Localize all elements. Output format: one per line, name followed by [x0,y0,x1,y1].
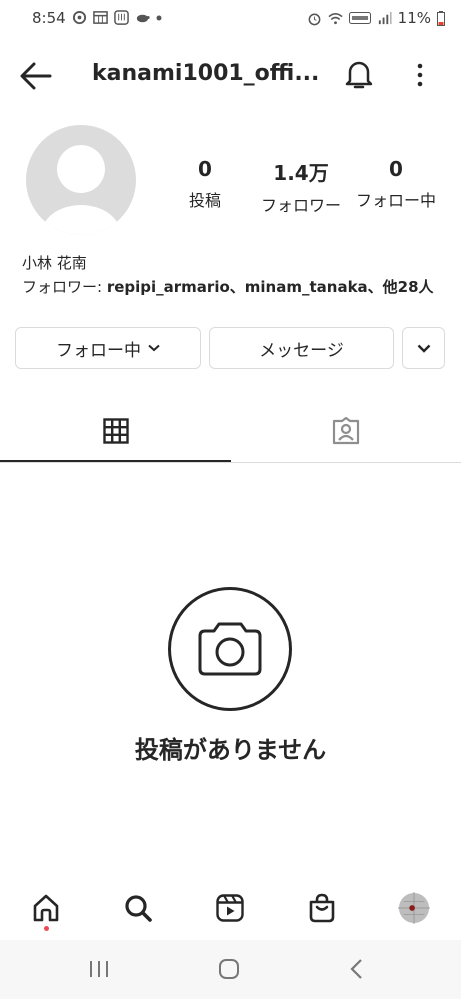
tab-posts-grid[interactable] [0,400,231,462]
following-button-label: フォロー中 [56,340,141,361]
empty-state-text: 投稿がありません [134,736,327,764]
nav-shop[interactable] [306,892,338,924]
profile-username: kanami1001_offi... [92,61,320,86]
tagged-person-icon [332,417,360,445]
mutual-followers-names: repipi_armario、minam_tanaka、他28人 [106,278,434,296]
following-button[interactable]: フォロー中 [15,327,201,369]
shopping-bag-icon [309,893,335,923]
recent-apps-icon[interactable] [88,959,110,979]
stat-followers-count: 1.4万 [273,161,329,185]
tab-divider [0,462,461,463]
profile-avatar-icon [398,892,430,924]
nav-home[interactable] [30,892,62,924]
stat-followers[interactable]: 1.4万 フォロワー [252,157,350,216]
mutual-followers[interactable]: フォロワー: repipi_armario、minam_tanaka、他28人 [22,276,434,297]
turtle-icon [136,14,150,23]
default-avatar-icon [41,145,121,235]
search-icon [125,895,152,922]
stat-posts-label: 投稿 [188,191,221,210]
nav-search[interactable] [122,892,154,924]
avatar[interactable] [26,125,136,235]
calendar-icon [93,11,108,24]
suggested-accounts-button[interactable] [402,327,445,369]
nav-reels[interactable] [214,892,246,924]
message-button-label: メッセージ [259,340,344,361]
home-activity-dot [44,926,49,931]
stat-posts: 0 投稿 [172,157,238,211]
app-icon [114,10,129,25]
home-icon [33,894,59,922]
status-right-icons: 11% [307,9,445,27]
status-bar: 8:54 11% [0,0,461,38]
reels-icon [216,894,244,922]
stat-posts-count: 0 [198,157,212,181]
battery-percent: 11% [397,9,431,27]
camera-icon [198,622,262,676]
back-arrow-icon[interactable] [20,62,52,90]
chevron-down-icon [148,344,160,352]
message-button[interactable]: メッセージ [209,327,394,369]
status-left-icons [72,10,162,25]
battery-icon [437,10,445,26]
mutual-followers-prefix: フォロワー: [22,278,107,296]
stat-following[interactable]: 0 フォロー中 [352,157,440,211]
alarm-icon [308,13,321,25]
chevron-down-icon [417,344,430,353]
notification-dot-icon [156,15,162,20]
home-button-icon[interactable] [218,958,240,980]
volte-icon [348,12,371,24]
grid-icon [102,418,129,444]
tab-tagged[interactable] [231,400,461,462]
stat-following-count: 0 [389,157,403,181]
bell-icon[interactable] [344,58,374,90]
system-navigation-bar [0,940,461,999]
wifi-icon [328,12,343,24]
empty-state-camera [168,587,292,711]
sync-icon [72,10,87,25]
nav-profile[interactable] [398,892,430,924]
stat-following-label: フォロー中 [355,191,436,210]
stat-followers-label: フォロワー [260,196,341,215]
active-tab-indicator [0,460,231,462]
status-time: 8:54 [32,9,66,27]
profile-display-name: 小林 花南 [22,254,87,272]
back-nav-icon[interactable] [348,958,364,980]
signal-icon [378,11,392,24]
more-options-icon[interactable] [414,62,426,88]
